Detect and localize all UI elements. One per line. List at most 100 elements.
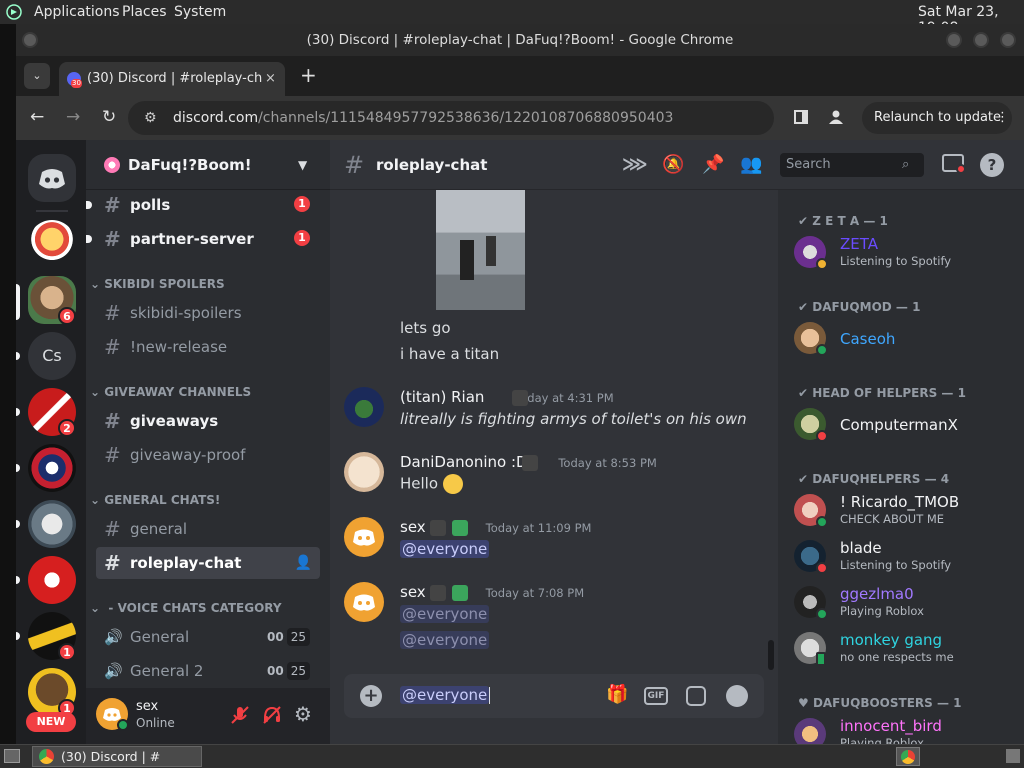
window-menu-icon[interactable] bbox=[22, 32, 38, 48]
message-author[interactable]: (titan) Rian Today at 4:31 PM bbox=[400, 388, 614, 406]
tab-discord[interactable]: 30 (30) Discord | #⁣⁣⁣roleplay-ch × bbox=[59, 62, 285, 96]
avatar[interactable] bbox=[344, 452, 384, 492]
emoji-picker-icon[interactable] bbox=[726, 685, 748, 707]
pinned-messages-icon[interactable]: 📌 bbox=[702, 140, 724, 190]
relaunch-button[interactable]: Relaunch to update ⋮ bbox=[862, 102, 1012, 134]
avatar[interactable] bbox=[344, 582, 384, 622]
role-label: HEAD OF HELPERS — 1 bbox=[812, 386, 966, 400]
gift-icon[interactable]: 🎁 bbox=[606, 684, 628, 705]
avatar[interactable] bbox=[344, 517, 384, 557]
member-monkey-gang[interactable]: monkey gang no one respects me bbox=[794, 628, 1014, 672]
category-general[interactable]: ⌄ GENERAL CHATS! bbox=[90, 493, 320, 507]
upload-plus-icon[interactable]: + bbox=[360, 685, 382, 707]
workspace-switcher-icon[interactable] bbox=[1006, 749, 1020, 763]
server-header[interactable]: DaFuq!?Boom! ▼ bbox=[86, 140, 330, 190]
side-panel-icon[interactable] bbox=[794, 110, 808, 124]
gnome-foot-icon[interactable] bbox=[6, 4, 22, 20]
category-skibidi[interactable]: ⌄ SKIBIDI SPOILERS bbox=[90, 277, 320, 291]
notification-settings-icon[interactable]: 🔕 bbox=[662, 140, 684, 190]
channel-giveaway-proof[interactable]: # ⁣⁣giveaway-proof bbox=[96, 439, 320, 471]
channel-partner-server[interactable]: # partner-server 1 bbox=[86, 223, 320, 255]
search-input[interactable]: Search ⌕ bbox=[780, 153, 924, 177]
message-gif-image[interactable] bbox=[436, 190, 525, 310]
role-icon bbox=[522, 455, 538, 471]
category-voice[interactable]: ⌄ ⁣ - VOICE CHATS CATEGORY bbox=[90, 601, 320, 615]
mute-mic-icon[interactable] bbox=[230, 705, 250, 725]
discord-logo-icon bbox=[353, 594, 375, 611]
message-author[interactable]: sex Today at 11:09 PM bbox=[400, 518, 591, 536]
member-list-icon[interactable]: 👥 bbox=[740, 140, 762, 190]
forward-icon[interactable]: → bbox=[66, 107, 80, 127]
guild-pirate[interactable] bbox=[28, 556, 76, 604]
help-icon[interactable]: ? bbox=[980, 153, 1004, 177]
channel-general[interactable]: # ⁣⁣general bbox=[96, 513, 320, 545]
minimize-icon[interactable] bbox=[946, 32, 962, 48]
maximize-icon[interactable] bbox=[973, 32, 989, 48]
guild-burger[interactable] bbox=[28, 220, 76, 268]
threads-icon[interactable]: ⋙ bbox=[622, 140, 648, 190]
username[interactable]: sex bbox=[136, 699, 158, 714]
chrome-menu-icon[interactable]: ⋮ bbox=[996, 102, 1009, 134]
member-computermanx[interactable]: ComputermanX bbox=[794, 404, 1014, 448]
inbox-icon[interactable] bbox=[942, 154, 966, 174]
mention[interactable]: @everyone bbox=[400, 631, 490, 649]
reload-icon[interactable]: ↻ bbox=[102, 107, 116, 127]
member-ggezlma0[interactable]: ggezlma0 Playing Roblox bbox=[794, 582, 1014, 626]
tray-chrome-icon[interactable] bbox=[896, 747, 920, 766]
unread-pill bbox=[16, 632, 20, 640]
member-name: ggezlma0 bbox=[840, 585, 914, 603]
message-composer: + @everyone 🎁 GIF bbox=[344, 674, 764, 718]
tab-search-icon[interactable]: ⌄ bbox=[24, 63, 50, 89]
message-author[interactable]: sex Today at 7:08 PM bbox=[400, 583, 584, 601]
member-blade[interactable]: blade Listening to Spotify bbox=[794, 536, 1014, 580]
guild-skulls[interactable] bbox=[28, 500, 76, 548]
channel-giveaways[interactable]: # ⁣⁣giveaways bbox=[96, 405, 320, 437]
channel-new-release[interactable]: # !⁣new-release bbox=[96, 331, 320, 363]
member-activity: Listening to Spotify bbox=[840, 558, 952, 572]
guild-clown[interactable] bbox=[28, 444, 76, 492]
direct-messages-button[interactable] bbox=[28, 154, 76, 202]
mention[interactable]: @everyone bbox=[400, 540, 490, 558]
back-icon[interactable]: ← bbox=[30, 107, 44, 127]
member-caseoh[interactable]: Caseoh bbox=[794, 318, 1014, 362]
category-giveaway[interactable]: ⌄ GIVEAWAY CHANNELS bbox=[90, 385, 320, 399]
menu-system[interactable]: System bbox=[174, 4, 226, 20]
hash-icon: # bbox=[344, 151, 365, 179]
message-author[interactable]: DaniDanonino :D Today at 8:53 PM bbox=[400, 453, 657, 471]
chevron-down-icon[interactable]: ▼ bbox=[298, 140, 307, 190]
avatar[interactable] bbox=[344, 387, 384, 427]
user-settings-gear-icon[interactable]: ⚙ bbox=[294, 702, 312, 726]
new-tab-icon[interactable]: + bbox=[300, 64, 317, 86]
show-desktop-icon[interactable] bbox=[4, 749, 20, 763]
guild-cs[interactable]: Cs bbox=[28, 332, 76, 380]
message-input[interactable]: @everyone bbox=[400, 686, 491, 704]
voice-channel-general-2[interactable]: 🔊 ⁣⁣⁣General 2 00 25 bbox=[96, 655, 320, 687]
close-icon[interactable] bbox=[1000, 32, 1016, 48]
voice-channel-general[interactable]: 🔊 ⁣⁣⁣General 00 25 bbox=[96, 621, 320, 653]
taskbar-chrome-window[interactable]: (30) Discord | #⁣⁣⁣ bbox=[32, 746, 202, 767]
tab-close-icon[interactable]: × bbox=[265, 62, 276, 96]
menu-applications[interactable]: Applications bbox=[34, 4, 120, 20]
profile-icon[interactable] bbox=[828, 109, 844, 125]
gif-figure bbox=[460, 240, 474, 280]
channel-skibidi-spoilers[interactable]: # ⁣⁣skibidi-spoilers bbox=[96, 297, 320, 329]
scrollbar-thumb[interactable] bbox=[768, 640, 774, 670]
create-invite-icon[interactable]: 👤 bbox=[295, 547, 312, 579]
deafen-icon[interactable] bbox=[262, 705, 282, 725]
mention[interactable]: @everyone bbox=[400, 605, 490, 623]
avatar[interactable] bbox=[96, 698, 129, 731]
member-ricardo[interactable]: ! Ricardo_TMOB CHECK ABOUT ME bbox=[794, 490, 1014, 534]
window-titlebar[interactable]: (30) Discord | #⁣⁣⁣roleplay-chat | DaFuq… bbox=[16, 24, 1024, 56]
chrome-icon bbox=[901, 750, 915, 764]
site-info-icon[interactable]: ⚙ bbox=[144, 101, 157, 135]
sticker-icon[interactable] bbox=[686, 686, 706, 706]
member-zeta[interactable]: ZETA Listening to Spotify bbox=[794, 232, 1014, 276]
voice-user-count: 00 25 bbox=[267, 628, 310, 646]
address-bar[interactable]: ⚙ discord.com/channels/11154849577925386… bbox=[128, 101, 774, 135]
gif-picker-icon[interactable]: GIF bbox=[644, 687, 668, 705]
channel-polls[interactable]: # polls 1 bbox=[86, 189, 320, 221]
channel-roleplay-chat[interactable]: # ⁣⁣roleplay-chat 👤 bbox=[96, 547, 320, 579]
member-innocent-bird[interactable]: innocent_bird Playing Roblox bbox=[794, 714, 1014, 744]
menu-places[interactable]: Places bbox=[122, 4, 167, 20]
new-unreads-pill[interactable]: NEW bbox=[26, 712, 76, 732]
